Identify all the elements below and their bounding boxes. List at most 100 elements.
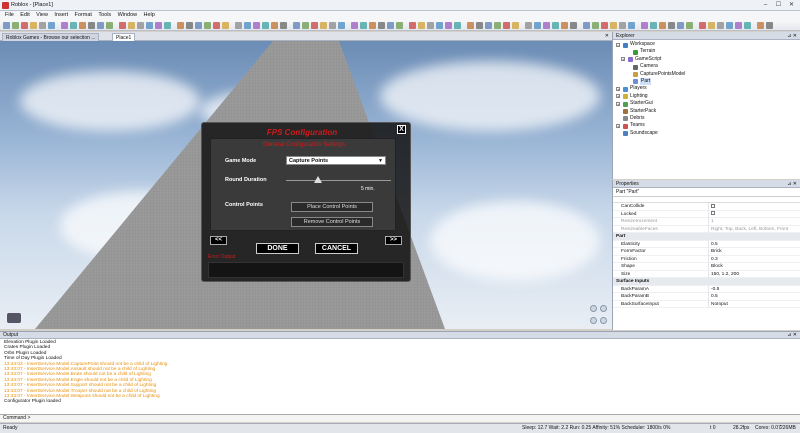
property-row[interactable]: CanCollide	[613, 203, 800, 211]
toolbar-tool-icon[interactable]	[668, 22, 675, 29]
property-value[interactable]: Brick	[708, 248, 798, 256]
toolbar-tool-icon[interactable]	[744, 22, 751, 29]
close-window-button[interactable]: ✕	[785, 1, 798, 9]
toolbar-tool-icon[interactable]	[70, 22, 77, 29]
collapse-icon[interactable]: −	[616, 42, 620, 47]
toolbar-tool-icon[interactable]	[280, 22, 287, 29]
explorer-item[interactable]: Debris	[613, 115, 800, 122]
toolbar-tool-icon[interactable]	[570, 22, 577, 29]
toolbar-tool-icon[interactable]	[271, 22, 278, 29]
camera-zoom-out-icon[interactable]	[590, 317, 597, 324]
explorer-item[interactable]: + Lighting	[613, 93, 800, 100]
property-value[interactable]: NoInput	[708, 300, 798, 308]
toolbar-tool-icon[interactable]	[494, 22, 501, 29]
maximize-button[interactable]: ☐	[772, 1, 785, 9]
toolbar-tool-icon[interactable]	[418, 22, 425, 29]
explorer-item[interactable]: + GameScript	[613, 56, 800, 63]
explorer-item[interactable]: Terrain	[613, 48, 800, 55]
explorer-item[interactable]: Part	[613, 77, 800, 86]
menu-window[interactable]: Window	[118, 11, 138, 20]
property-row[interactable]: Elasticity 0.5	[613, 240, 800, 248]
toolbar-tool-icon[interactable]	[235, 22, 242, 29]
property-value[interactable]: 0.5	[708, 240, 798, 248]
property-row[interactable]: BackParamB 0.5	[613, 293, 800, 301]
toolbar-tool-icon[interactable]	[454, 22, 461, 29]
toolbar-tool-icon[interactable]	[137, 22, 144, 29]
toolbar-tool-icon[interactable]	[534, 22, 541, 29]
property-value[interactable]	[708, 203, 798, 211]
toolbar-tool-icon[interactable]	[387, 22, 394, 29]
menu-insert[interactable]: Insert	[54, 11, 68, 20]
toolbar-tool-icon[interactable]	[436, 22, 443, 29]
dialog-close-button[interactable]: X	[397, 125, 406, 134]
place-control-points-button[interactable]: Place Control Points	[291, 202, 373, 212]
toolbar-tool-icon[interactable]	[186, 22, 193, 29]
toolbar-tool-icon[interactable]	[311, 22, 318, 29]
toolbar-tool-icon[interactable]	[583, 22, 590, 29]
next-page-button[interactable]: >>	[385, 236, 402, 245]
toolbar-tool-icon[interactable]	[735, 22, 742, 29]
toolbar-tool-icon[interactable]	[503, 22, 510, 29]
pin-close-icon[interactable]: ⊿ ✕	[787, 32, 797, 40]
property-value[interactable]: Block	[708, 263, 798, 271]
expand-icon[interactable]: +	[616, 86, 620, 91]
toolbar-tool-icon[interactable]	[552, 22, 559, 29]
toolbar-tool-icon[interactable]	[757, 22, 764, 29]
property-value[interactable]: 0.5	[708, 293, 798, 301]
toolbar-tool-icon[interactable]	[302, 22, 309, 29]
property-value[interactable]	[708, 210, 798, 218]
toolbar-tool-icon[interactable]	[677, 22, 684, 29]
3d-viewport[interactable]: FPS Configuration X General Configuratio…	[0, 41, 612, 329]
toolbar-tool-icon[interactable]	[79, 22, 86, 29]
tab-place1[interactable]: Place1	[112, 33, 136, 41]
property-value[interactable]: 0.3	[708, 255, 798, 263]
property-row[interactable]: ResizeIncrement 1	[613, 218, 800, 226]
toolbar-tool-icon[interactable]	[213, 22, 220, 29]
toolbar-tool-icon[interactable]	[766, 22, 773, 29]
toolbar-tool-icon[interactable]	[204, 22, 211, 29]
toolbar-tool-icon[interactable]	[48, 22, 55, 29]
toolbar-tool-icon[interactable]	[119, 22, 126, 29]
toolbar-tool-icon[interactable]	[659, 22, 666, 29]
toolbar-tool-icon[interactable]	[351, 22, 358, 29]
explorer-item[interactable]: Camera	[613, 63, 800, 70]
toolbar-tool-icon[interactable]	[485, 22, 492, 29]
toolbar-tool-icon[interactable]	[61, 22, 68, 29]
toolbar-tool-icon[interactable]	[253, 22, 260, 29]
done-button[interactable]: DONE	[256, 243, 299, 254]
toolbar-tool-icon[interactable]	[699, 22, 706, 29]
toolbar-tool-icon[interactable]	[641, 22, 648, 29]
toolbar-tool-icon[interactable]	[427, 22, 434, 29]
checkbox-checked[interactable]	[711, 211, 715, 215]
toolbar-tool-icon[interactable]	[155, 22, 162, 29]
game-mode-select[interactable]: Capture Points ▼	[286, 156, 386, 165]
toolbar-tool-icon[interactable]	[320, 22, 327, 29]
explorer-item[interactable]: + Players	[613, 85, 800, 92]
toolbar-tool-icon[interactable]	[3, 22, 10, 29]
toolbar-tool-icon[interactable]	[360, 22, 367, 29]
property-row[interactable]: ResizeableFaces Right, Top, Back, Left, B…	[613, 225, 800, 233]
toolbar-tool-icon[interactable]	[686, 22, 693, 29]
toolbar-tool-icon[interactable]	[409, 22, 416, 29]
tab-roblox-games[interactable]: Roblox Games - Browse our selection ...	[2, 33, 100, 41]
minimize-button[interactable]: –	[759, 1, 772, 9]
property-row[interactable]: Shape Block	[613, 263, 800, 271]
property-row[interactable]: Locked	[613, 210, 800, 218]
camera-rotate-icon[interactable]	[600, 317, 607, 324]
toolbar-tool-icon[interactable]	[601, 22, 608, 29]
toolbar-tool-icon[interactable]	[650, 22, 657, 29]
toolbar-tool-icon[interactable]	[244, 22, 251, 29]
toolbar-tool-icon[interactable]	[628, 22, 635, 29]
toolbar-tool-icon[interactable]	[467, 22, 474, 29]
toolbar-tool-icon[interactable]	[708, 22, 715, 29]
toolbar-tool-icon[interactable]	[378, 22, 385, 29]
checkbox-checked[interactable]	[711, 203, 715, 208]
toolbar-tool-icon[interactable]	[222, 22, 229, 29]
explorer-item[interactable]: + Teams	[613, 122, 800, 129]
toolbar-tool-icon[interactable]	[195, 22, 202, 29]
property-value[interactable]: 1	[708, 218, 798, 226]
toolbar-tool-icon[interactable]	[338, 22, 345, 29]
expand-icon[interactable]: +	[616, 94, 620, 99]
property-value[interactable]: Right, Top, Back, Left, Bottom, Front	[708, 225, 798, 233]
explorer-item[interactable]: Soundscape	[613, 130, 800, 137]
